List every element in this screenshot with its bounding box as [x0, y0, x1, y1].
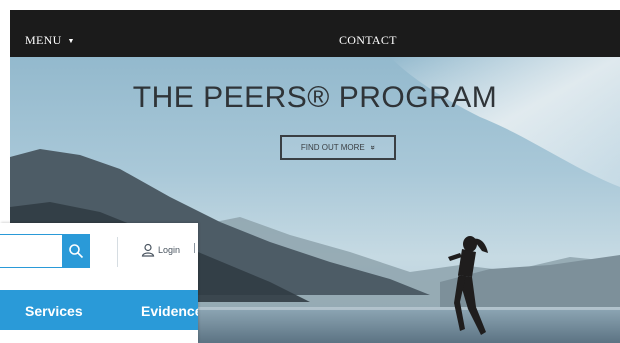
find-out-more-button[interactable]: FIND OUT MORE » [280, 135, 396, 160]
contact-link[interactable]: CONTACT [339, 33, 397, 48]
nav-item-evidence[interactable]: Evidence [141, 303, 198, 319]
header-divider [117, 237, 118, 267]
find-out-more-label: FIND OUT MORE [300, 143, 365, 152]
secondary-site-screenshot: Login Services Evidence [0, 223, 198, 343]
menu-button[interactable]: MENU ▼ [25, 33, 75, 48]
nav-item-services[interactable]: Services [25, 303, 83, 319]
caret-down-icon: ▼ [67, 36, 75, 45]
login-link[interactable]: Login [141, 243, 180, 257]
search-button[interactable] [62, 234, 90, 268]
search-icon [69, 244, 84, 259]
top-nav-bar: MENU ▼ CONTACT [10, 10, 620, 57]
menu-label: MENU [25, 33, 62, 47]
header-divider-right [194, 243, 198, 253]
login-label: Login [158, 245, 181, 255]
user-icon [141, 243, 155, 257]
double-chevron-down-icon: » [368, 145, 378, 150]
search-input[interactable] [0, 234, 62, 268]
hero-title: THE PEERS® PROGRAM [132, 81, 498, 114]
